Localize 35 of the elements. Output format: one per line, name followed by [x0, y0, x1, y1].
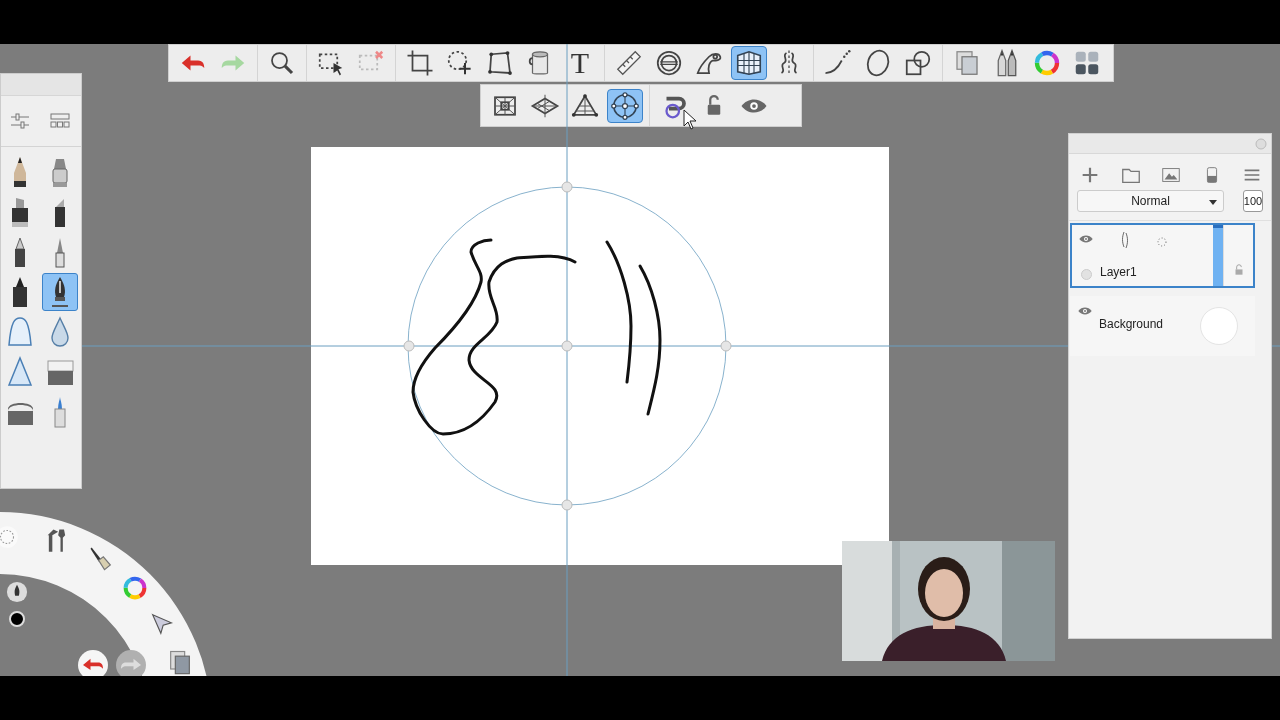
- pen-icon[interactable]: [6, 581, 28, 603]
- cursor-icon: [683, 109, 697, 130]
- background-swatch[interactable]: [1200, 307, 1238, 345]
- text-tool-button[interactable]: T: [562, 46, 598, 80]
- soft-brush-icon: [5, 315, 35, 349]
- layer-row[interactable]: Background: [1070, 296, 1255, 356]
- hard-brush-icon: [5, 355, 35, 389]
- redo-button[interactable]: [116, 650, 146, 676]
- caret-icon: [1209, 200, 1217, 205]
- guide-handle[interactable]: [561, 340, 573, 352]
- ruler-icon: [614, 48, 644, 78]
- crop-icon: [405, 48, 435, 78]
- undo-button[interactable]: [78, 650, 108, 676]
- guide-handle[interactable]: [720, 340, 732, 352]
- fisheye-grid-icon: [610, 90, 640, 121]
- layer-name: Layer1: [1100, 264, 1137, 281]
- perspective-grid-icon: [734, 48, 764, 78]
- blend-mode-dropdown[interactable]: Normal: [1077, 190, 1224, 212]
- fisheye-grid-button[interactable]: [607, 88, 643, 123]
- guide-handle[interactable]: [561, 181, 573, 193]
- guide-handle[interactable]: [403, 340, 415, 352]
- ellipse-guide-icon: [654, 48, 684, 78]
- color-wheel-icon[interactable]: [121, 574, 149, 602]
- color-wheel-icon: [1032, 48, 1062, 78]
- color-swatch[interactable]: [9, 611, 25, 627]
- distort-icon: [485, 48, 515, 78]
- guide-handle[interactable]: [561, 499, 573, 511]
- shapes-icon: [903, 48, 933, 78]
- opacity-field[interactable]: 100: [1243, 190, 1263, 212]
- opacity-slider[interactable]: [1213, 225, 1223, 286]
- ink-pen-brush-button[interactable]: [42, 273, 78, 311]
- radio-icon[interactable]: [1080, 269, 1092, 280]
- layer-row[interactable]: Layer1: [1070, 223, 1255, 288]
- perspective-grid-button[interactable]: [731, 46, 767, 80]
- layer-name: Background: [1099, 316, 1164, 333]
